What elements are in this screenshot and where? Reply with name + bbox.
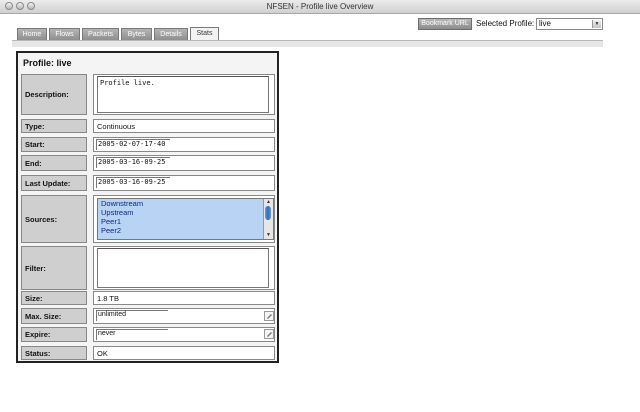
source-item-peer2[interactable]: Peer2 [98, 226, 273, 235]
filter-textarea[interactable] [97, 248, 269, 288]
max-size-field[interactable]: unlimited [96, 310, 168, 321]
tab-stats[interactable]: Stats [190, 27, 219, 40]
end-label: End: [21, 155, 87, 171]
profile-select-value: live [539, 19, 552, 28]
size-value: 1.8 TB [93, 291, 275, 305]
tab-flows[interactable]: Flows [49, 28, 80, 40]
last-update-label: Last Update: [21, 175, 87, 191]
source-item-downstream[interactable]: Downstream [98, 199, 273, 208]
selected-profile-label: Selected Profile: [476, 19, 535, 28]
type-value: Continuous [93, 119, 275, 133]
tab-strip [12, 40, 603, 47]
chevron-down-icon: ▼ [592, 20, 601, 28]
scroll-down-arrow-icon[interactable]: ▼ [264, 232, 273, 239]
status-value: OK [93, 346, 275, 360]
tab-packets[interactable]: Packets [82, 28, 119, 40]
panel-title: Profile: live [23, 58, 72, 68]
description-value: Profile live. [100, 79, 155, 87]
end-field[interactable]: 2005-03-16-09-25 [96, 157, 170, 168]
filter-label: Filter: [21, 246, 87, 290]
window-title-bar: NFSEN - Profile live Overview [0, 0, 640, 14]
sources-listbox[interactable]: Downstream Upstream Peer1 Peer2 ▲ ▼ [97, 198, 274, 240]
scroll-thumb[interactable] [265, 206, 271, 220]
max-size-label: Max. Size: [21, 308, 87, 324]
source-item-peer1[interactable]: Peer1 [98, 217, 273, 226]
start-label: Start: [21, 137, 87, 152]
sources-label: Sources: [21, 195, 87, 243]
sources-scrollbar[interactable]: ▲ ▼ [263, 199, 273, 239]
tab-bytes[interactable]: Bytes [121, 28, 152, 40]
bookmark-url-button[interactable]: Bookmark URL [418, 18, 472, 30]
profile-panel: Profile: live Description: Profile live.… [16, 51, 279, 363]
profile-select[interactable]: live ▼ [536, 18, 603, 30]
last-update-field[interactable]: 2005-03-16-09-25 [96, 177, 170, 188]
tab-details[interactable]: Details [154, 28, 188, 40]
start-field[interactable]: 2005-02-07-17-40 [96, 139, 170, 150]
scroll-up-arrow-icon[interactable]: ▲ [264, 199, 273, 206]
status-label: Status: [21, 346, 87, 360]
description-label: Description: [21, 74, 87, 115]
expire-label: Expire: [21, 327, 87, 342]
window-title: NFSEN - Profile live Overview [266, 2, 374, 11]
expire-field[interactable]: never [96, 329, 168, 340]
size-label: Size: [21, 291, 87, 305]
tab-home[interactable]: Home [17, 28, 47, 40]
pencil-edit-icon[interactable] [264, 329, 274, 339]
source-item-upstream[interactable]: Upstream [98, 208, 273, 217]
description-textarea[interactable]: Profile live. [97, 76, 269, 113]
type-label: Type: [21, 119, 87, 133]
pencil-edit-icon[interactable] [264, 311, 274, 321]
